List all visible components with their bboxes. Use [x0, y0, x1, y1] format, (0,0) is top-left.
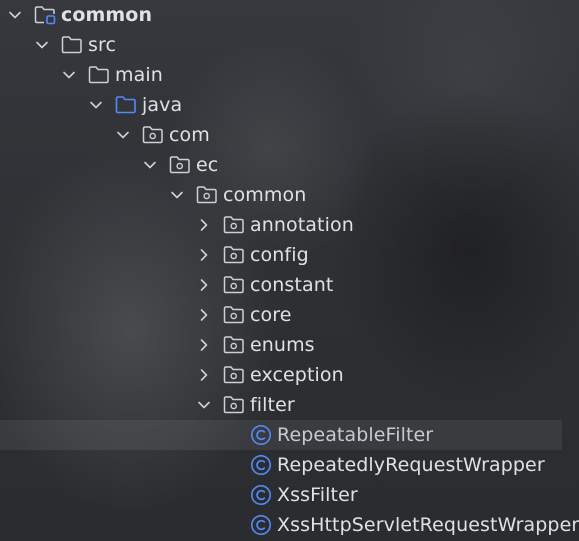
- tree-node-com[interactable]: com: [0, 120, 579, 150]
- project-tree: common src main java com ec common annot…: [0, 0, 579, 541]
- tree-node-label: com: [169, 124, 210, 146]
- tree-node-ec[interactable]: ec: [0, 150, 579, 180]
- tree-node-label: common: [223, 184, 307, 206]
- chevron-right-icon[interactable]: [197, 248, 211, 262]
- tree-node-label: core: [250, 304, 292, 326]
- tree-node-main[interactable]: main: [0, 60, 579, 90]
- chevron-down-icon[interactable]: [62, 68, 76, 82]
- tree-node-label: RepeatableFilter: [277, 424, 434, 446]
- tree-node-label: java: [142, 94, 183, 116]
- tree-node-common-package[interactable]: common: [0, 180, 579, 210]
- chevron-right-icon[interactable]: [197, 278, 211, 292]
- tree-node-label: common: [61, 4, 153, 26]
- chevron-down-icon[interactable]: [8, 8, 22, 22]
- java-class-icon: [250, 454, 272, 476]
- tree-node-config[interactable]: config: [0, 240, 579, 270]
- tree-node-label: enums: [250, 334, 315, 356]
- tree-node-label: exception: [250, 364, 344, 386]
- chevron-down-icon[interactable]: [197, 398, 211, 412]
- package-icon: [223, 215, 245, 235]
- tree-node-label: XssFilter: [277, 484, 358, 506]
- chevron-right-icon[interactable]: [197, 368, 211, 382]
- java-class-icon: [250, 514, 272, 536]
- package-icon: [223, 365, 245, 385]
- tree-node-annotation[interactable]: annotation: [0, 210, 579, 240]
- package-icon: [223, 395, 245, 415]
- tree-node-label: annotation: [250, 214, 354, 236]
- tree-node-src[interactable]: src: [0, 30, 579, 60]
- tree-node-label: filter: [250, 394, 295, 416]
- package-icon: [223, 245, 245, 265]
- folder-icon: [88, 65, 110, 85]
- chevron-right-icon[interactable]: [197, 218, 211, 232]
- tree-node-label: constant: [250, 274, 334, 296]
- chevron-down-icon[interactable]: [89, 98, 103, 112]
- java-class-icon: [250, 424, 272, 446]
- chevron-down-icon[interactable]: [116, 128, 130, 142]
- tree-node-label: XssHttpServletRequestWrapper: [277, 514, 579, 536]
- source-root-folder-icon: [115, 95, 137, 115]
- package-icon: [223, 305, 245, 325]
- tree-node-label: config: [250, 244, 309, 266]
- package-icon: [223, 335, 245, 355]
- tree-node-repeatable-filter[interactable]: RepeatableFilter: [0, 420, 562, 450]
- chevron-right-icon[interactable]: [197, 338, 211, 352]
- tree-node-java[interactable]: java: [0, 90, 579, 120]
- tree-node-label: ec: [196, 154, 219, 176]
- chevron-down-icon[interactable]: [170, 188, 184, 202]
- tree-node-xss-http-servlet-request-wrapper[interactable]: XssHttpServletRequestWrapper: [0, 510, 579, 540]
- tree-node-xss-filter[interactable]: XssFilter: [0, 480, 579, 510]
- chevron-right-icon[interactable]: [197, 308, 211, 322]
- tree-node-core[interactable]: core: [0, 300, 579, 330]
- tree-node-label: RepeatedlyRequestWrapper: [277, 454, 545, 476]
- tree-node-constant[interactable]: constant: [0, 270, 579, 300]
- tree-node-label: main: [115, 64, 163, 86]
- package-icon: [142, 125, 164, 145]
- tree-node-filter[interactable]: filter: [0, 390, 579, 420]
- chevron-down-icon[interactable]: [143, 158, 157, 172]
- java-class-icon: [250, 484, 272, 506]
- tree-node-repeatedly-request-wrapper[interactable]: RepeatedlyRequestWrapper: [0, 450, 579, 480]
- tree-node-exception[interactable]: exception: [0, 360, 579, 390]
- package-icon: [196, 185, 218, 205]
- tree-node-label: src: [88, 34, 117, 56]
- package-icon: [223, 275, 245, 295]
- tree-node-enums[interactable]: enums: [0, 330, 579, 360]
- tree-node-common-module[interactable]: common: [0, 0, 579, 30]
- folder-icon: [61, 35, 83, 55]
- chevron-down-icon[interactable]: [35, 38, 49, 52]
- module-folder-icon: [34, 5, 56, 25]
- package-icon: [169, 155, 191, 175]
